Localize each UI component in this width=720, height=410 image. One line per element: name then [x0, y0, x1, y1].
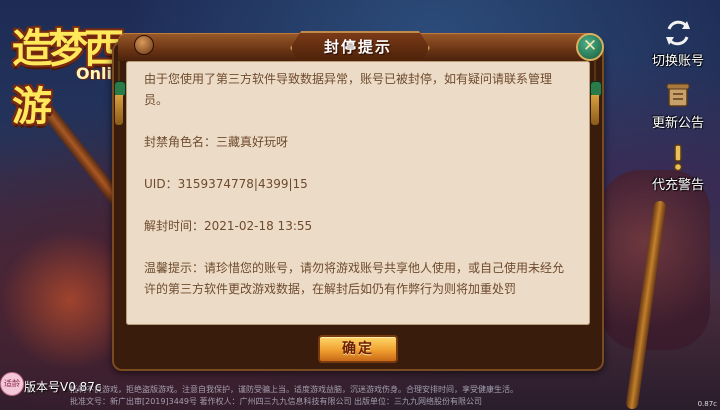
- update-announcement-button[interactable]: 更新公告: [638, 80, 718, 131]
- legal-line-1: 抵制不良游戏，拒绝盗版游戏。注意自我保护，谨防受骗上当。适度游戏益脑，沉迷游戏伤…: [70, 385, 518, 394]
- game-logo: 造梦西游 Online: [8, 14, 134, 130]
- recharge-warning-button[interactable]: 代充警告: [638, 142, 718, 193]
- switch-account-label: 切换账号: [651, 54, 704, 69]
- scroll-announcement-icon: [666, 83, 690, 107]
- confirm-button[interactable]: 确定: [318, 335, 398, 363]
- close-icon: ✕: [582, 36, 598, 56]
- uid-line: UID：3159374778|4399|15: [144, 177, 308, 191]
- dialog-title: 封停提示: [323, 38, 392, 56]
- exclamation-warning-icon: [673, 144, 683, 172]
- dialog-body: 由于您使用了第三方软件导致数据异常，账号已被封停，如有疑问请联系管理员。 封禁角…: [126, 61, 590, 325]
- confirm-label: 确定: [342, 341, 374, 357]
- recharge-warning-label: 代充警告: [651, 178, 704, 193]
- legal-notice: 抵制不良游戏，拒绝盗版游戏。注意自我保护，谨防受骗上当。适度游戏益脑，沉迷游戏伤…: [70, 384, 690, 408]
- ban-message: 由于您使用了第三方软件导致数据异常，账号已被封停，如有疑问请联系管理员。: [144, 72, 553, 107]
- switch-account-button[interactable]: 切换账号: [638, 18, 718, 69]
- close-button[interactable]: ✕: [576, 33, 604, 61]
- tassel-right-decoration: [590, 61, 602, 131]
- corner-version: 0.87c: [697, 400, 717, 408]
- banned-role-name: 封禁角色名：三藏真好玩呀: [144, 135, 289, 149]
- unban-time: 解封时间：2021-02-18 13:55: [144, 219, 313, 233]
- header-knob-left: [134, 35, 154, 55]
- switch-account-icon: [666, 20, 690, 46]
- ban-notice-dialog: 封停提示 ✕ 由于您使用了第三方软件导致数据异常，账号已被封停，如有疑问请联系管…: [112, 31, 604, 373]
- tassel-left-decoration: [114, 61, 126, 131]
- update-announcement-label: 更新公告: [651, 116, 704, 131]
- legal-line-2: 批准文号：新广出审[2019]3449号 著作权人：广州四三九九信息科技有限公司…: [70, 397, 483, 406]
- age-rating-badge: 适龄: [0, 372, 24, 396]
- warm-tip: 温馨提示：请珍惜您的账号，请勿将游戏账号共享他人使用，或自己使用未经允许的第三方…: [144, 261, 565, 296]
